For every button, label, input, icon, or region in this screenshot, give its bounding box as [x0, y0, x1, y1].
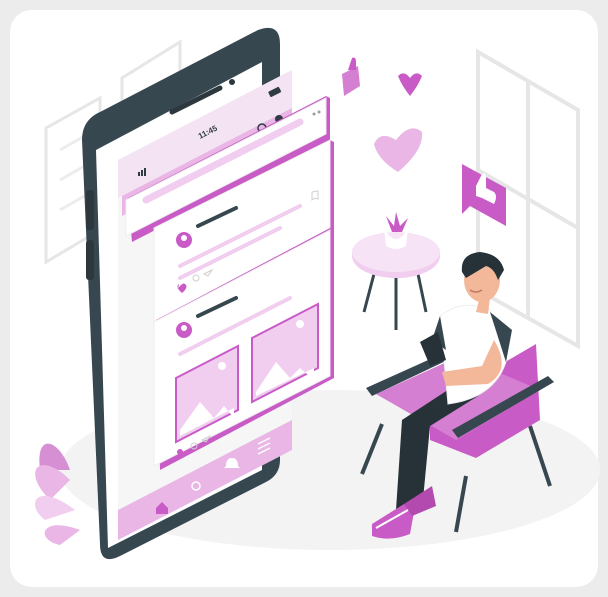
side-table	[352, 212, 440, 330]
social-media-illustration: 11:45	[35, 27, 600, 560]
avatar	[176, 322, 192, 338]
heart-icon	[398, 73, 422, 96]
heart-icon	[374, 128, 423, 172]
heart-icon[interactable]	[177, 449, 183, 455]
avatar	[176, 232, 192, 248]
like-icon	[342, 57, 360, 96]
